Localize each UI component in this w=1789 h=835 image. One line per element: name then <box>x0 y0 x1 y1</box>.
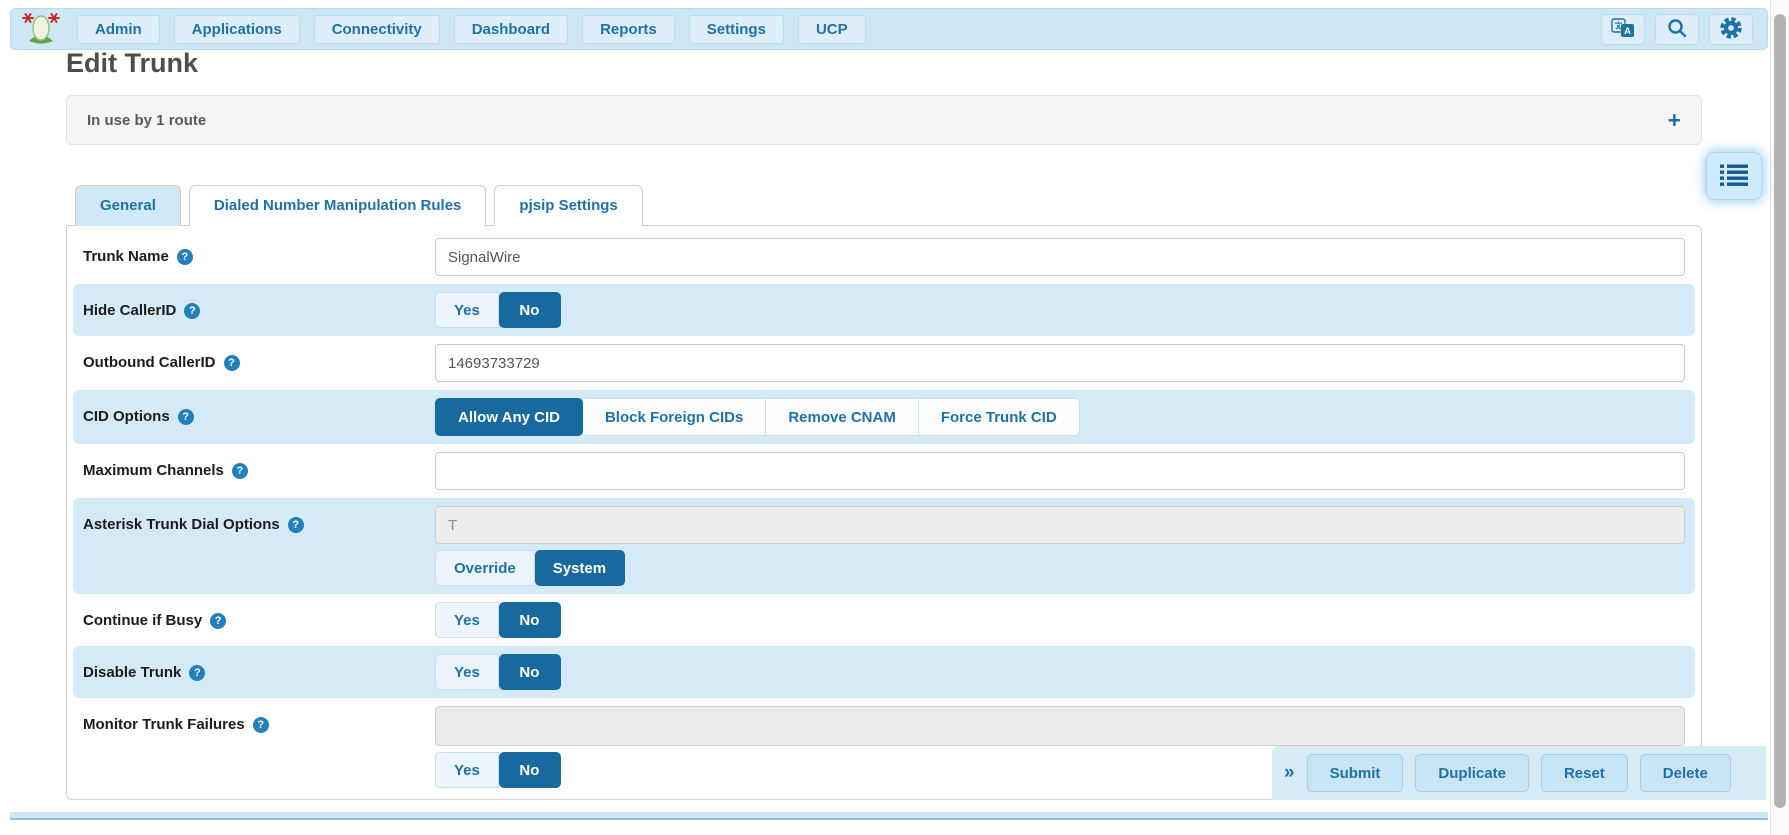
disable-trunk-yes-button[interactable]: Yes <box>435 654 499 690</box>
disable-trunk-label: Disable Trunk <box>83 664 181 681</box>
nav-applications[interactable]: Applications <box>174 15 300 44</box>
continue-if-busy-label: Continue if Busy <box>83 612 202 629</box>
cid-options-label: CID Options <box>83 408 170 425</box>
nav-admin[interactable]: Admin <box>77 15 160 44</box>
dial-options-system-button[interactable]: System <box>535 550 625 586</box>
outbound-callerid-label: Outbound CallerID <box>83 354 216 371</box>
tab-general[interactable]: General <box>75 185 181 226</box>
tab-pjsip-settings[interactable]: pjsip Settings <box>494 185 642 226</box>
cid-remove-cnam-button[interactable]: Remove CNAM <box>766 398 919 436</box>
continue-if-busy-yes-button[interactable]: Yes <box>435 602 499 638</box>
freepbx-logo[interactable] <box>21 12 61 46</box>
hide-callerid-no-button[interactable]: No <box>499 292 561 328</box>
language-icon: A <box>1611 18 1635 41</box>
continue-if-busy-toggle: Yes No <box>435 602 561 638</box>
nav-reports[interactable]: Reports <box>582 15 675 44</box>
hide-callerid-label: Hide CallerID <box>83 302 176 319</box>
continue-if-busy-no-button[interactable]: No <box>499 602 561 638</box>
cid-force-trunk-button[interactable]: Force Trunk CID <box>919 398 1080 436</box>
tab-bar: General Dialed Number Manipulation Rules… <box>75 185 643 226</box>
help-icon[interactable]: ? <box>184 303 200 319</box>
reset-button[interactable]: Reset <box>1541 754 1628 792</box>
nav-ucp[interactable]: UCP <box>798 15 866 44</box>
usage-panel[interactable]: In use by 1 route + <box>66 95 1702 145</box>
tab-dialed-number-manipulation-rules[interactable]: Dialed Number Manipulation Rules <box>189 185 487 226</box>
cid-allow-any-button[interactable]: Allow Any CID <box>435 398 583 436</box>
hide-callerid-toggle: Yes No <box>435 292 561 328</box>
top-navbar: Admin Applications Connectivity Dashboar… <box>10 8 1768 50</box>
outbound-callerid-input[interactable] <box>435 344 1685 382</box>
monitor-failures-no-button[interactable]: No <box>499 752 561 788</box>
trunk-list-button[interactable] <box>1706 152 1762 200</box>
help-icon[interactable]: ? <box>224 355 240 371</box>
usage-text: In use by 1 route <box>87 112 206 129</box>
dial-options-override-button[interactable]: Override <box>435 550 535 586</box>
hide-callerid-yes-button[interactable]: Yes <box>435 292 499 328</box>
submit-button[interactable]: Submit <box>1307 754 1404 792</box>
help-icon[interactable]: ? <box>210 613 226 629</box>
delete-button[interactable]: Delete <box>1640 754 1731 792</box>
help-icon[interactable]: ? <box>232 463 248 479</box>
form-row-disable-trunk: Disable Trunk ? Yes No <box>73 646 1695 698</box>
settings-gear-button[interactable] <box>1709 14 1753 45</box>
vertical-scrollbar[interactable] <box>1770 0 1789 835</box>
duplicate-button[interactable]: Duplicate <box>1415 754 1529 792</box>
form-row-continue-if-busy: Continue if Busy ? Yes No <box>73 594 1695 646</box>
form-row-asterisk-trunk-dial-options: Asterisk Trunk Dial Options ? Override S… <box>73 498 1695 594</box>
gear-icon <box>1719 16 1743 43</box>
help-icon[interactable]: ? <box>177 249 193 265</box>
monitor-trunk-failures-toggle: Yes No <box>435 752 561 788</box>
disable-trunk-no-button[interactable]: No <box>499 654 561 690</box>
nav-dashboard[interactable]: Dashboard <box>454 15 568 44</box>
scrollbar-thumb[interactable] <box>1774 14 1786 808</box>
help-icon[interactable]: ? <box>253 717 269 733</box>
action-bar: » Submit Duplicate Reset Delete <box>1272 746 1766 800</box>
asterisk-trunk-dial-options-label: Asterisk Trunk Dial Options <box>83 516 280 533</box>
form-row-outbound-callerid: Outbound CallerID ? <box>73 336 1695 390</box>
search-icon <box>1666 17 1688 42</box>
asterisk-dial-options-input <box>435 506 1685 544</box>
collapse-action-bar-icon[interactable]: » <box>1284 762 1295 784</box>
footer-strip <box>10 812 1768 820</box>
cid-block-foreign-button[interactable]: Block Foreign CIDs <box>583 398 766 436</box>
help-icon[interactable]: ? <box>189 665 205 681</box>
form-row-trunk-name: Trunk Name ? <box>73 230 1695 284</box>
navbar-right-tools: A <box>1601 14 1753 45</box>
help-icon[interactable]: ? <box>178 409 194 425</box>
maximum-channels-label: Maximum Channels <box>83 462 224 479</box>
monitor-failures-yes-button[interactable]: Yes <box>435 752 499 788</box>
form-row-maximum-channels: Maximum Channels ? <box>73 444 1695 498</box>
general-tab-panel: Trunk Name ? Hide CallerID ? Yes No <box>66 225 1702 800</box>
monitor-trunk-failures-input <box>435 706 1685 746</box>
page-title: Edit Trunk <box>66 48 198 79</box>
form-row-cid-options: CID Options ? Allow Any CID Block Foreig… <box>73 390 1695 444</box>
monitor-trunk-failures-label: Monitor Trunk Failures <box>83 716 245 733</box>
maximum-channels-input[interactable] <box>435 452 1685 490</box>
cid-options-buttonset: Allow Any CID Block Foreign CIDs Remove … <box>435 398 1080 436</box>
language-button[interactable]: A <box>1601 14 1645 45</box>
trunk-name-label: Trunk Name <box>83 248 169 265</box>
trunk-name-input[interactable] <box>435 238 1685 276</box>
expand-plus-icon[interactable]: + <box>1668 109 1681 132</box>
nav-connectivity[interactable]: Connectivity <box>314 15 440 44</box>
dial-options-mode-toggle: Override System <box>435 550 625 586</box>
svg-text:A: A <box>1624 25 1631 36</box>
main-menu: Admin Applications Connectivity Dashboar… <box>77 15 866 44</box>
form-row-hide-callerid: Hide CallerID ? Yes No <box>73 284 1695 336</box>
frog-logo-icon <box>21 11 61 48</box>
search-button[interactable] <box>1655 14 1699 45</box>
help-icon[interactable]: ? <box>288 517 304 533</box>
list-icon <box>1720 164 1748 189</box>
nav-settings[interactable]: Settings <box>689 15 784 44</box>
disable-trunk-toggle: Yes No <box>435 654 561 690</box>
